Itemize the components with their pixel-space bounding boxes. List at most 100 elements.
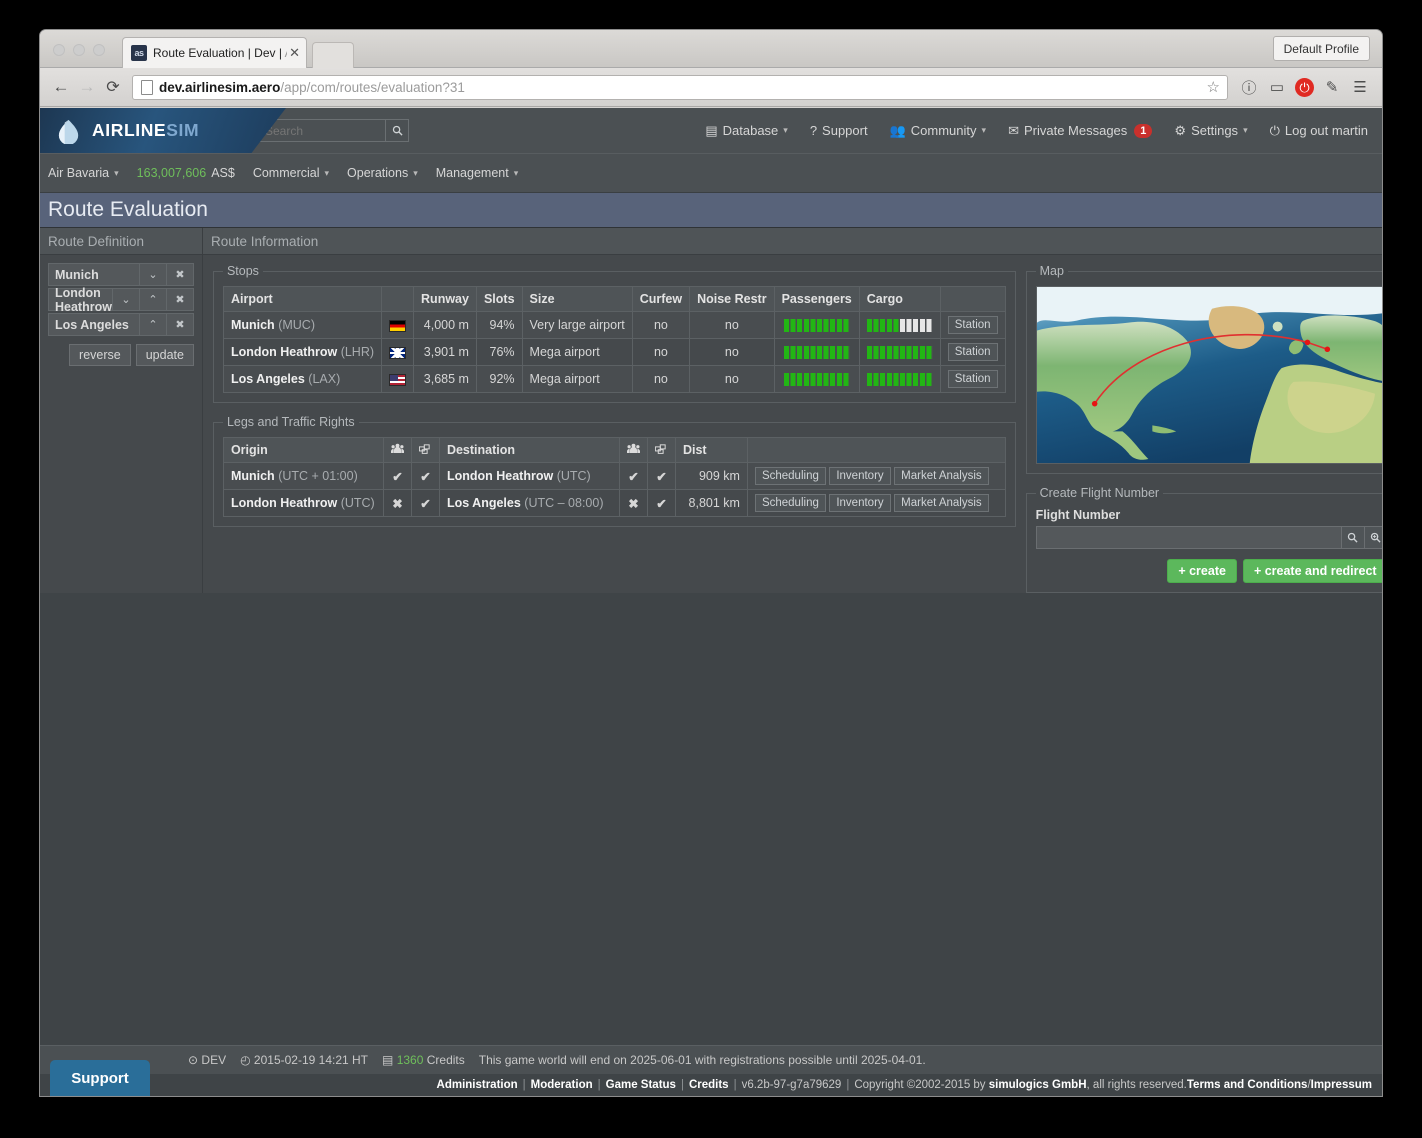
move-down-icon[interactable]: ⌄ [139,263,167,286]
nav-management[interactable]: Management ▾ [436,166,519,180]
nav-operations[interactable]: Operations ▾ [347,166,418,180]
move-up-icon[interactable]: ⌃ [139,313,167,336]
game-world-notice: This game world will end on 2025-06-01 w… [478,1053,926,1067]
search-icon[interactable] [386,119,409,142]
col-flag [381,286,415,312]
window-minimize-button[interactable] [73,44,85,56]
stop-flag [381,311,415,339]
move-up-icon[interactable]: ⌃ [139,288,167,311]
flag-de-icon [389,319,407,332]
browser-window: as Route Evaluation | Dev | Air ✕ Defaul… [40,30,1382,1096]
create-button[interactable]: + create [1167,559,1237,583]
clock-icon: ◴ [240,1053,251,1067]
menu-icon[interactable]: ☰ [1346,78,1374,96]
zoom-search-icon[interactable] [1364,526,1382,549]
new-tab-button[interactable] [312,42,354,68]
footer-link-credits[interactable]: Credits [689,1079,729,1091]
nav-support[interactable]: ? Support [810,123,868,138]
col-passengers: Passengers [773,286,860,312]
credits-icon: ▤ [382,1053,394,1067]
footer-copyright: Copyright ©2002-2015 by simulogics GmbH,… [854,1079,1187,1091]
nav-private-messages[interactable]: ✉ Private Messages 1 [1008,123,1153,139]
create-and-redirect-button[interactable]: + create and redirect [1242,559,1382,583]
browser-tab-active[interactable]: as Route Evaluation | Dev | Air ✕ [122,37,307,68]
flag-us-icon [389,373,407,386]
page-icon [141,79,153,95]
search-input[interactable] [258,119,386,142]
col-dest-cargo-icon [646,437,676,463]
stop-flag [381,338,415,366]
route-stop-row: London Heathrow ⌄ ⌃ ✖ [48,286,194,314]
database-icon: ▤ [705,122,718,138]
reload-icon[interactable]: ⟳ [100,77,126,97]
station-button[interactable]: Station [947,343,998,361]
window-maximize-button[interactable] [93,44,105,56]
nav-settings[interactable]: ⚙ Settings ▾ [1174,123,1247,139]
cast-icon[interactable]: ▭ [1263,78,1291,96]
remove-icon[interactable]: ✖ [166,288,194,311]
info-icon[interactable]: ⓘ [1235,77,1263,98]
flight-number-input[interactable] [1035,526,1342,549]
move-down-icon[interactable]: ⌄ [112,288,140,311]
legs-table: Origin Destination Dist Munich (UTC + 01… [222,437,1006,517]
station-button[interactable]: Station [947,370,998,388]
footer-link-impressum[interactable]: Impressum [1311,1079,1372,1091]
back-icon[interactable]: ← [48,77,74,97]
route-information-panel: Route Information Stops Airport Runway S… [202,228,1382,593]
col-origin: Origin [222,437,384,463]
market-analysis-button[interactable]: Market Analysis [894,494,989,512]
remove-icon[interactable]: ✖ [166,313,194,336]
map-legend: Map [1039,264,1064,278]
search-icon[interactable] [1341,526,1365,549]
stop-airport: Munich (MUC) [222,311,383,339]
update-button[interactable]: update [135,344,194,366]
address-bar[interactable]: dev.airlinesim.aero/app/com/routes/evalu… [132,74,1228,100]
stop-runway: 4,000 m [413,311,477,339]
stop-cargo-gauge [858,311,941,339]
footer-link-administration[interactable]: Administration [437,1079,518,1091]
stop-passengers-gauge [773,365,860,393]
stops-fieldset: Stops Airport Runway Slots Size Curfew N… [212,264,1016,403]
leg-dest-pax-right: ✔ [618,462,648,490]
forward-icon[interactable]: → [74,77,100,97]
bookmark-star-icon[interactable]: ☆ [1207,78,1222,96]
nav-database[interactable]: ▤ Database ▾ [705,123,787,139]
scheduling-button[interactable]: Scheduling [754,467,826,485]
airlinesim-logo[interactable]: AIRLINESIM [40,108,286,153]
scheduling-button[interactable]: Scheduling [754,494,826,512]
footer-link-moderation[interactable]: Moderation [531,1079,593,1091]
stop-runway: 3,901 m [413,338,477,366]
profile-button[interactable]: Default Profile [1272,36,1370,61]
remove-icon[interactable]: ✖ [166,263,194,286]
leg-distance: 8,801 km [674,489,748,517]
footer-link-terms[interactable]: Terms and Conditions [1187,1079,1308,1091]
stop-noise: no [689,311,775,339]
station-button[interactable]: Station [947,316,998,334]
support-button[interactable]: Support [50,1060,150,1096]
stop-station-cell: Station [939,311,1006,339]
power-icon[interactable]: ⏻ [1295,77,1314,97]
stops-header-row: Airport Runway Slots Size Curfew Noise R… [222,286,1006,312]
footer-version: v6.2b-97-g7a79629 [741,1079,842,1091]
leg-actions: Scheduling Inventory Market Analysis [746,462,1006,490]
route-map[interactable] [1035,286,1382,464]
footer-link-game-status[interactable]: Game Status [606,1079,676,1091]
stop-noise: no [689,338,775,366]
col-cargo: Cargo [858,286,941,312]
inventory-button[interactable]: Inventory [829,467,891,485]
nav-community[interactable]: 👥 Community ▾ [890,123,986,139]
map-fieldset: Map [1025,264,1382,474]
nav-logout[interactable]: ⏻ Log out martin [1270,123,1368,139]
eyedropper-icon[interactable]: ✎ [1318,78,1346,96]
stop-curfew: no [631,311,691,339]
window-close-button[interactable] [53,44,65,56]
nav-commercial[interactable]: Commercial ▾ [253,166,329,180]
market-analysis-button[interactable]: Market Analysis [894,467,989,485]
leg-dest-cargo-right: ✔ [646,489,676,517]
nav-airline[interactable]: Air Bavaria ▾ [48,166,119,180]
inventory-button[interactable]: Inventory [829,494,891,512]
stop-size: Very large airport [521,311,633,339]
close-icon[interactable]: ✕ [289,45,300,61]
credits-indicator[interactable]: ▤ 1360 Credits [382,1053,465,1067]
reverse-button[interactable]: reverse [69,344,131,366]
